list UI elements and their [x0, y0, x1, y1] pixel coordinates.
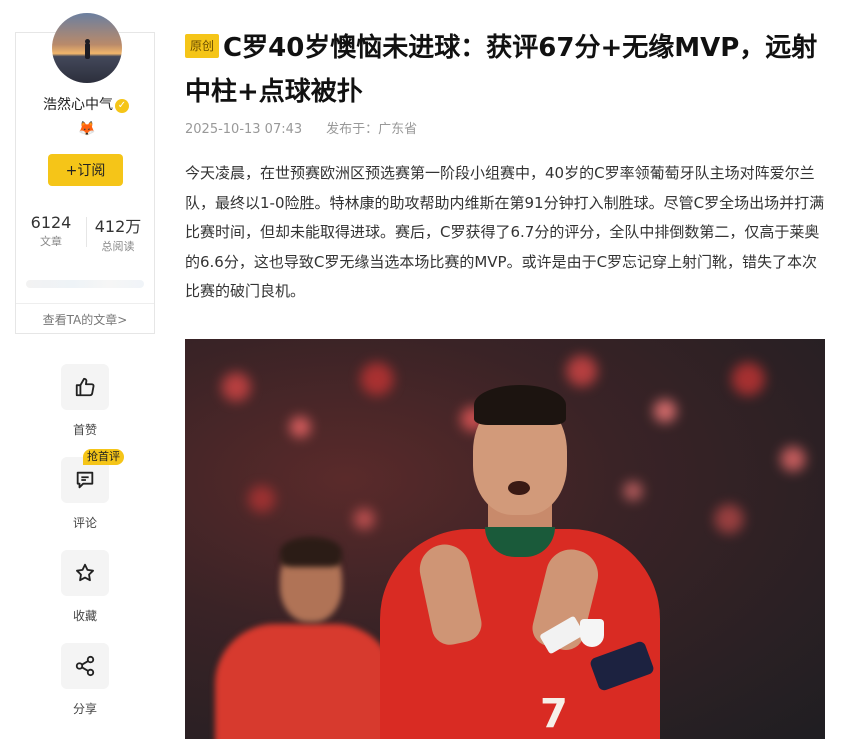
fox-badge-icon: 🦊: [78, 121, 96, 137]
author-card: 浩然心中气 ✓ 🦊 +订阅 6124 文章 412万 总阅读 查看TA的文章>: [15, 13, 156, 334]
star-icon: [76, 563, 94, 582]
stat-reads-label: 总阅读: [101, 240, 135, 253]
card-divider: [16, 303, 154, 304]
stat-total-reads: 412万 总阅读: [88, 213, 148, 254]
photo-player-mouth: [508, 481, 530, 495]
photo-player-hair: [474, 385, 566, 425]
favorite-action[interactable]: 收藏: [60, 550, 110, 624]
share-icon: [75, 655, 95, 677]
comment-action[interactable]: 抢首评 评论: [60, 449, 124, 531]
author-name[interactable]: 浩然心中气: [43, 97, 113, 113]
photo-jersey-number: 7: [540, 691, 568, 737]
avatar-figure-body: [85, 43, 90, 59]
stat-articles: 6124 文章: [21, 213, 81, 249]
stat-reads-value: 412万: [94, 217, 142, 236]
share-label: 分享: [72, 702, 97, 716]
blurred-placeholder-bar: [26, 280, 144, 288]
share-action[interactable]: 分享: [60, 643, 110, 717]
publish-location: 发布于：广东省: [326, 122, 418, 137]
photo-background-player-body: [215, 624, 395, 739]
comment-icon: [76, 471, 94, 489]
article-meta: 2025-10-13 07:43 发布于：广东省: [185, 118, 417, 137]
follow-button[interactable]: +订阅: [48, 154, 123, 186]
original-tag: 原创: [185, 34, 220, 58]
publish-date: 2025-10-13 07:43: [185, 122, 303, 137]
article-title-row: 原创 C罗40岁懊恼未进球：获评67分+无缘MVP，远射中柱+点球被扑: [185, 26, 825, 114]
article-title: C罗40岁懊恼未进球：获评67分+无缘MVP，远射中柱+点球被扑: [185, 33, 818, 107]
article-photo[interactable]: 7: [185, 339, 825, 739]
author-avatar[interactable]: [52, 13, 122, 83]
view-articles-link[interactable]: 查看TA的文章>: [16, 311, 154, 328]
favorite-label: 收藏: [72, 609, 97, 623]
photo-background-player-hair: [280, 537, 342, 567]
comment-button[interactable]: 抢首评: [61, 449, 124, 503]
favorite-button[interactable]: [61, 550, 109, 596]
author-name-row[interactable]: 浩然心中气 ✓: [16, 94, 156, 114]
thumbs-up-icon: [75, 377, 95, 397]
photo-jersey-crest: [580, 619, 604, 647]
verified-check-icon: ✓: [115, 99, 129, 113]
first-comment-badge: 抢首评: [83, 449, 124, 465]
stat-divider: [86, 217, 87, 247]
like-label: 首赞: [72, 423, 97, 437]
comment-label: 评论: [72, 516, 97, 530]
like-action[interactable]: 首赞: [60, 364, 110, 438]
stat-articles-label: 文章: [40, 235, 62, 248]
share-button[interactable]: [61, 643, 109, 689]
article-body: 今天凌晨，在世预赛欧洲区预选赛第一阶段小组赛中，40岁的C罗率领葡萄牙队主场对阵…: [185, 164, 825, 300]
like-button[interactable]: [61, 364, 109, 410]
stat-articles-value: 6124: [30, 213, 72, 232]
